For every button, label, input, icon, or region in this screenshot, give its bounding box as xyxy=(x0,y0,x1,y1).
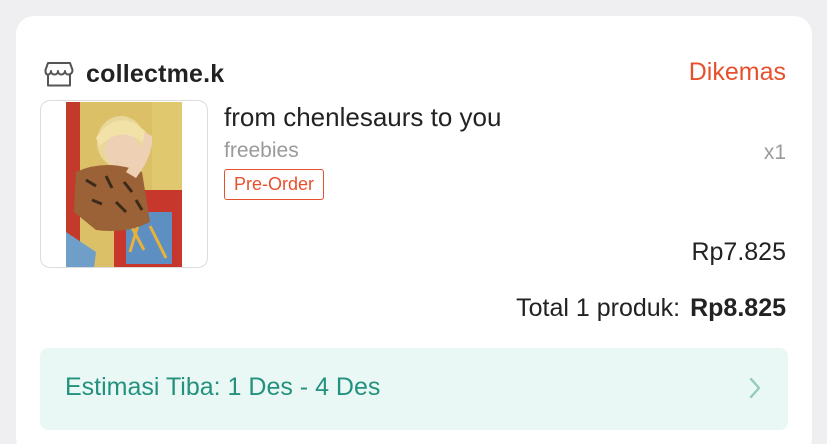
order-total: Total 1 produk: Rp8.825 xyxy=(516,294,786,323)
delivery-estimate-row[interactable]: Estimasi Tiba: 1 Des - 4 Des xyxy=(40,348,788,430)
product-price: Rp7.825 xyxy=(691,238,786,266)
order-status: Dikemas xyxy=(688,58,786,86)
total-label: Total 1 produk: xyxy=(516,294,681,322)
store-icon xyxy=(44,59,74,89)
delivery-estimate-label: Estimasi Tiba: 1 Des - 4 Des xyxy=(65,373,381,401)
product-quantity: x1 xyxy=(763,141,786,164)
shop-header[interactable]: collectme.k xyxy=(44,56,224,92)
preorder-badge: Pre-Order xyxy=(224,169,325,200)
product-thumbnail[interactable] xyxy=(40,100,208,268)
product-variant: freebies xyxy=(224,139,299,162)
total-amount: Rp8.825 xyxy=(690,294,786,322)
order-card[interactable]: collectme.k Dikemas from chenlesaurs to … xyxy=(16,16,812,444)
chevron-right-icon xyxy=(748,376,762,405)
product-photo xyxy=(66,102,182,267)
product-title[interactable]: from chenlesaurs to you xyxy=(224,102,501,133)
shop-name[interactable]: collectme.k xyxy=(86,60,224,89)
